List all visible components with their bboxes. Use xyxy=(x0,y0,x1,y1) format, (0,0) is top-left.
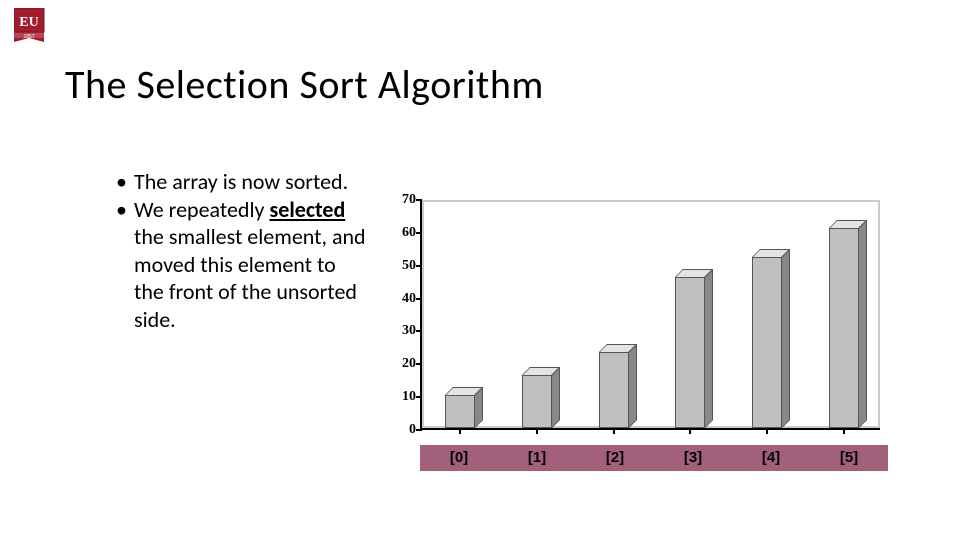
bullet-text: The array is now sorted. xyxy=(134,168,366,196)
chart-y-label: 70 xyxy=(388,192,416,208)
chart-x-label: [2] xyxy=(576,445,654,471)
chart-y-tick xyxy=(416,429,422,431)
underlined-word: selected xyxy=(269,196,345,223)
chart-y-tick xyxy=(416,330,422,332)
chart-y-label: 0 xyxy=(388,422,416,438)
chart-y-label: 40 xyxy=(388,291,416,307)
chart-y-tick xyxy=(416,265,422,267)
chart-y-label: 50 xyxy=(388,258,416,274)
chart-y-tick xyxy=(416,199,422,201)
chart-x-tick xyxy=(613,428,615,434)
logo: EU 1857 xyxy=(14,8,50,52)
chart-bar xyxy=(829,228,859,428)
bullet-item: • The array is now sorted. xyxy=(116,168,366,196)
chart-x-tick xyxy=(766,428,768,434)
chart-y-tick xyxy=(416,396,422,398)
chart-y-label: 20 xyxy=(388,356,416,372)
chart-bar xyxy=(599,352,629,428)
chart-y-tick xyxy=(416,232,422,234)
logo-year: 1857 xyxy=(23,34,34,40)
chart-x-tick xyxy=(689,428,691,434)
chart-x-tick xyxy=(536,428,538,434)
bullet-list: • The array is now sorted. • We repeated… xyxy=(116,168,366,333)
chart-y-label: 10 xyxy=(388,389,416,405)
bullet-dot-icon: • xyxy=(116,168,134,196)
chart-plot-area: 010203040506070 xyxy=(420,200,880,430)
logo-text: EU xyxy=(19,15,38,30)
chart-bar xyxy=(752,257,782,428)
chart-x-tick xyxy=(843,428,845,434)
chart-x-label: [3] xyxy=(654,445,732,471)
chart-x-label: [4] xyxy=(732,445,810,471)
bullet-dot-icon: • xyxy=(116,196,134,334)
bullet-item: • We repeatedly selected the smallest el… xyxy=(116,196,366,334)
chart-y-label: 30 xyxy=(388,323,416,339)
chart-x-label: [1] xyxy=(498,445,576,471)
bullet-text: We repeatedly selected the smallest elem… xyxy=(134,196,366,334)
chart-x-tick xyxy=(459,428,461,434)
chart-bar xyxy=(675,277,705,428)
page-title: The Selection Sort Algorithm xyxy=(65,60,544,109)
chart-y-label: 60 xyxy=(388,225,416,241)
chart-bar xyxy=(522,375,552,428)
chart-bar xyxy=(445,395,475,428)
chart-x-label: [0] xyxy=(420,445,498,471)
chart-y-tick xyxy=(416,363,422,365)
chart-y-tick xyxy=(416,298,422,300)
chart-x-label: [5] xyxy=(810,445,888,471)
chart-x-axis: [0][1][2][3][4][5] xyxy=(420,445,888,471)
bar-chart: 010203040506070 [0][1][2][3][4][5] xyxy=(380,200,890,500)
